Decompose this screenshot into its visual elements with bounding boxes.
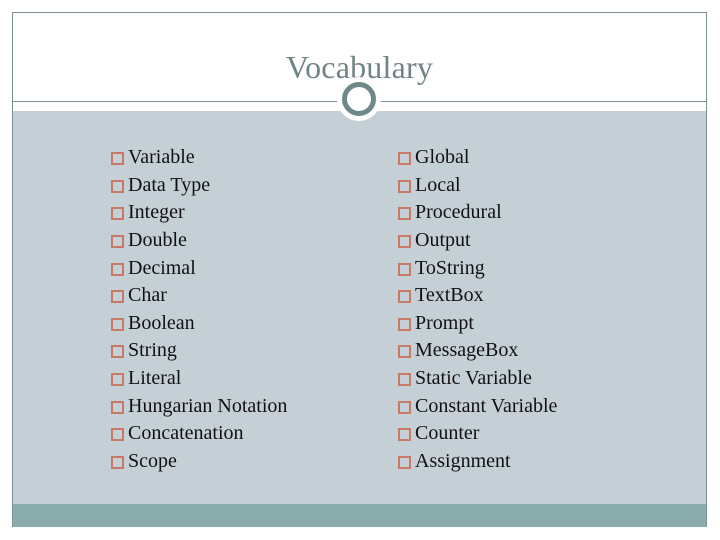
square-bullet-icon <box>398 373 411 387</box>
square-bullet-icon <box>398 400 411 414</box>
square-bullet-icon <box>398 207 411 221</box>
list-item-text: Prompt <box>415 311 474 334</box>
list-item: Global <box>398 144 557 172</box>
list-item: Double <box>111 227 287 255</box>
square-bullet-icon <box>398 317 411 331</box>
list-item: Scope <box>111 448 287 476</box>
square-bullet-icon <box>111 400 124 414</box>
square-bullet-icon <box>398 152 411 166</box>
list-item: Assignment <box>398 448 557 476</box>
list-item-text: Decimal <box>128 256 196 279</box>
square-bullet-icon <box>111 262 124 276</box>
square-bullet-icon <box>398 262 411 276</box>
list-item: TextBox <box>398 282 557 310</box>
list-item: Constant Variable <box>398 392 557 420</box>
square-bullet-icon <box>398 235 411 249</box>
list-item-text: Boolean <box>128 311 195 334</box>
list-item-text: Double <box>128 229 187 252</box>
list-item-text: Char <box>128 284 167 307</box>
list-item: MessageBox <box>398 337 557 365</box>
list-item: Counter <box>398 420 557 448</box>
list-item-text: Local <box>415 173 461 196</box>
list-item-text: Literal <box>128 367 182 390</box>
square-bullet-icon <box>111 455 124 469</box>
vocab-list-right: Global Local Procedural Output ToString … <box>398 144 557 475</box>
list-item: Decimal <box>111 254 287 282</box>
square-bullet-icon <box>398 290 411 304</box>
list-item-text: Output <box>415 229 471 252</box>
ring-ornament-icon <box>342 82 376 116</box>
square-bullet-icon <box>398 455 411 469</box>
list-item: Hungarian Notation <box>111 392 287 420</box>
list-item: Static Variable <box>398 365 557 393</box>
square-bullet-icon <box>111 179 124 193</box>
list-item: Concatenation <box>111 420 287 448</box>
square-bullet-icon <box>111 235 124 249</box>
square-bullet-icon <box>398 428 411 442</box>
list-item: Output <box>398 227 557 255</box>
list-item-text: Global <box>415 146 470 169</box>
list-item-text: MessageBox <box>415 339 519 362</box>
square-bullet-icon <box>398 345 411 359</box>
square-bullet-icon <box>111 207 124 221</box>
list-item-text: Concatenation <box>128 422 244 445</box>
list-item-text: Static Variable <box>415 367 532 390</box>
list-item: String <box>111 337 287 365</box>
list-item-text: Hungarian Notation <box>128 394 288 417</box>
square-bullet-icon <box>111 345 124 359</box>
list-item: Data Type <box>111 172 287 200</box>
square-bullet-icon <box>111 317 124 331</box>
list-item-text: Counter <box>415 422 480 445</box>
list-item-text: Procedural <box>415 201 502 224</box>
bottom-bar <box>13 504 706 527</box>
square-bullet-icon <box>111 428 124 442</box>
list-item-text: Variable <box>128 146 195 169</box>
list-item: Integer <box>111 199 287 227</box>
list-item: Literal <box>111 365 287 393</box>
list-item-text: ToString <box>415 256 485 279</box>
square-bullet-icon <box>398 179 411 193</box>
list-item-text: Assignment <box>415 449 511 472</box>
list-item: Local <box>398 172 557 200</box>
list-item: Prompt <box>398 310 557 338</box>
list-item: ToString <box>398 254 557 282</box>
list-item-text: Data Type <box>128 173 211 196</box>
list-item: Procedural <box>398 199 557 227</box>
list-item-text: String <box>128 339 177 362</box>
vocab-list-left: Variable Data Type Integer Double Decima… <box>111 144 287 475</box>
list-item: Variable <box>111 144 287 172</box>
list-item: Boolean <box>111 310 287 338</box>
list-item-text: Constant Variable <box>415 394 558 417</box>
square-bullet-icon <box>111 290 124 304</box>
list-item-text: TextBox <box>415 284 484 307</box>
square-bullet-icon <box>111 152 124 166</box>
list-item-text: Scope <box>128 449 177 472</box>
list-item: Char <box>111 282 287 310</box>
list-item-text: Integer <box>128 201 185 224</box>
square-bullet-icon <box>111 373 124 387</box>
